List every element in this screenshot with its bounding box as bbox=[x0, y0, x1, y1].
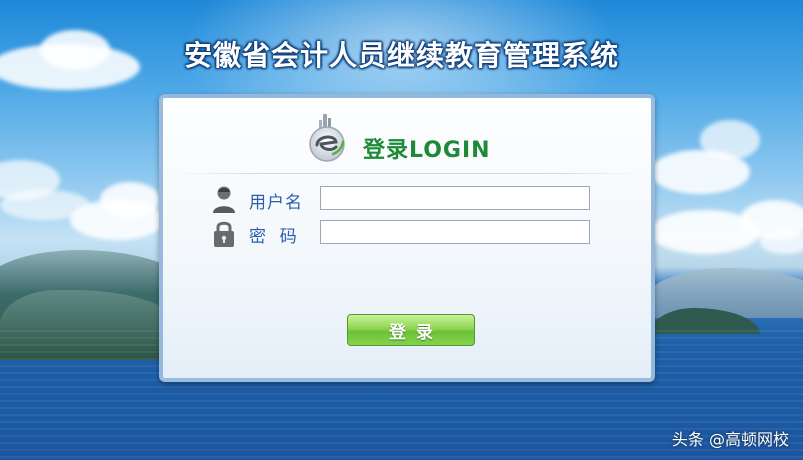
password-row: 密 码 bbox=[211, 218, 611, 248]
login-panel-header: 登录LOGIN bbox=[163, 98, 651, 176]
lock-icon bbox=[214, 221, 234, 247]
username-input[interactable] bbox=[320, 186, 590, 210]
cloud bbox=[700, 120, 760, 160]
system-title: 安徽省会计人员继续教育管理系统 bbox=[183, 39, 619, 72]
cloud bbox=[100, 182, 160, 218]
user-icon bbox=[213, 186, 235, 213]
cloud bbox=[760, 230, 803, 254]
login-screen: 安徽省会计人员继续教育管理系统 登录LOGIN 用户名 密 码 登录 头条 @高… bbox=[0, 0, 803, 460]
header-divider bbox=[175, 173, 639, 174]
watermark-text: 头条 @高顿网校 bbox=[671, 430, 789, 449]
login-heading: 登录LOGIN bbox=[363, 138, 491, 163]
password-label: 密 码 bbox=[249, 227, 298, 247]
password-input[interactable] bbox=[320, 220, 590, 244]
username-row: 用户名 bbox=[211, 184, 611, 214]
site-logo-icon bbox=[309, 114, 345, 162]
login-panel: 登录LOGIN 用户名 密 码 登录 bbox=[159, 94, 655, 382]
username-label: 用户名 bbox=[249, 193, 303, 213]
login-button[interactable]: 登录 bbox=[347, 314, 475, 346]
